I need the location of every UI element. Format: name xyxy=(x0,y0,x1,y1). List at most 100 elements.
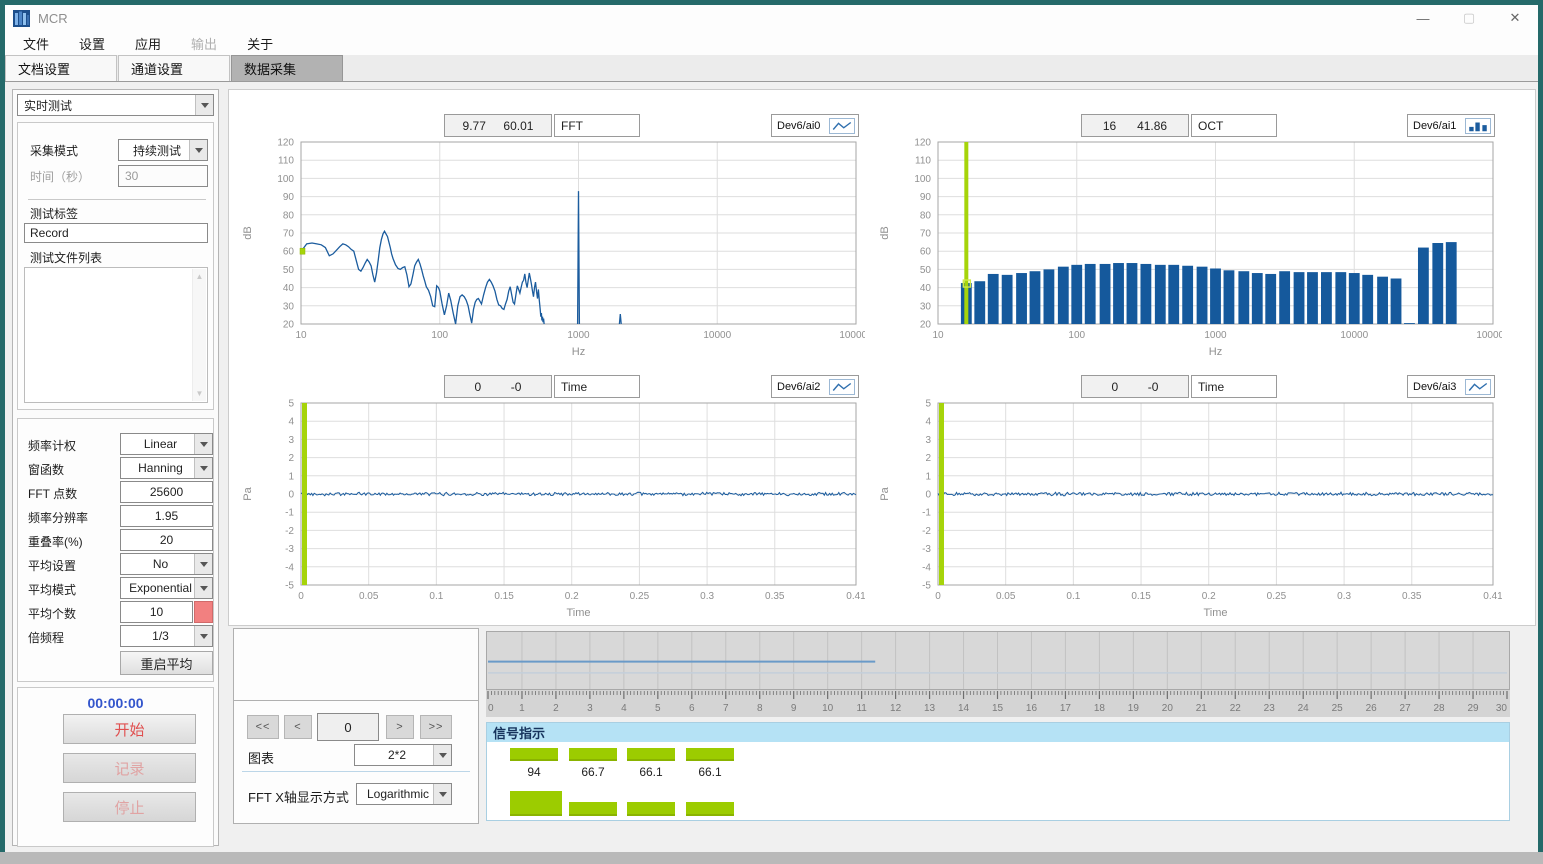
fft-type-box[interactable]: FFT xyxy=(554,114,640,137)
svg-text:10000: 10000 xyxy=(703,330,731,341)
chart-layout-select[interactable]: 2*2 xyxy=(354,744,452,766)
window-frame-left xyxy=(0,0,5,852)
setting-select[interactable]: No xyxy=(120,553,213,575)
chevron-down-icon[interactable] xyxy=(433,784,451,804)
svg-text:110: 110 xyxy=(915,156,931,167)
svg-text:0.35: 0.35 xyxy=(765,591,785,602)
restart-average-button[interactable]: 重启平均 xyxy=(120,651,213,675)
nav-first-button[interactable]: << xyxy=(247,715,279,739)
setting-input[interactable] xyxy=(120,529,213,551)
scroll-down-icon[interactable]: ▼ xyxy=(196,386,204,401)
record-label: 测试标签 xyxy=(30,205,78,222)
nav-prev-button[interactable]: < xyxy=(284,715,312,739)
chevron-down-icon[interactable] xyxy=(194,578,212,598)
tab-bar: 文档设置 通道设置 数据采集 xyxy=(5,55,1538,82)
svg-text:28: 28 xyxy=(1434,703,1446,714)
signal-panel-title: 信号指示 xyxy=(487,723,1509,742)
elapsed-timer: 00:00:00 xyxy=(18,695,213,711)
record-name-input[interactable] xyxy=(24,223,208,243)
fft-plot[interactable]: 2030405060708090100110120101001000100001… xyxy=(237,138,865,364)
signal-meter-bar xyxy=(627,802,675,816)
acq-mode-select[interactable]: 持续测试 xyxy=(118,139,208,161)
signal-level-bar xyxy=(627,748,675,761)
svg-text:-2: -2 xyxy=(922,526,931,537)
menu-output: 输出 xyxy=(179,31,229,56)
time1-type-box[interactable]: Time xyxy=(554,375,640,398)
start-button[interactable]: 开始 xyxy=(63,714,196,744)
oct-channel-box[interactable]: Dev6/ai1 xyxy=(1407,114,1495,137)
svg-text:0: 0 xyxy=(298,591,304,602)
svg-text:10000: 10000 xyxy=(1340,330,1368,341)
oct-plot[interactable]: 2030405060708090100110120101001000100001… xyxy=(874,138,1502,364)
chevron-down-icon[interactable] xyxy=(194,458,212,478)
svg-text:100000: 100000 xyxy=(839,330,865,341)
svg-text:50: 50 xyxy=(920,265,932,276)
tab-document-settings[interactable]: 文档设置 xyxy=(5,55,117,81)
listbox-scrollbar[interactable]: ▲▼ xyxy=(192,269,206,401)
time1-cursor-x: 0 xyxy=(475,380,482,394)
svg-text:10: 10 xyxy=(932,330,944,341)
svg-text:3: 3 xyxy=(587,703,593,714)
setting-input[interactable] xyxy=(120,505,213,527)
minimize-button[interactable]: — xyxy=(1400,5,1446,31)
svg-text:29: 29 xyxy=(1467,703,1479,714)
chevron-down-icon[interactable] xyxy=(194,434,212,454)
close-button[interactable]: ✕ xyxy=(1492,5,1538,31)
window-frame-bottom xyxy=(0,852,1543,864)
oct-type-box[interactable]: OCT xyxy=(1191,114,1277,137)
svg-text:Time: Time xyxy=(566,607,590,619)
chevron-down-icon[interactable] xyxy=(189,140,207,160)
tab-data-acquisition[interactable]: 数据采集 xyxy=(231,55,343,81)
svg-text:80: 80 xyxy=(920,210,932,221)
svg-text:2: 2 xyxy=(553,703,559,714)
chevron-down-icon[interactable] xyxy=(194,554,212,574)
nav-position-box[interactable]: 0 xyxy=(317,713,379,741)
svg-text:1: 1 xyxy=(519,703,525,714)
signal-level-bar xyxy=(686,748,734,761)
setting-select[interactable]: Hanning xyxy=(120,457,213,479)
setting-select[interactable]: Exponential xyxy=(120,577,213,599)
setting-label: 平均设置 xyxy=(28,557,76,574)
svg-text:27: 27 xyxy=(1400,703,1412,714)
scroll-up-icon[interactable]: ▲ xyxy=(196,269,204,284)
time1-plot[interactable]: -5-4-3-2-101234500.050.10.150.20.250.30.… xyxy=(237,399,865,625)
setting-select[interactable]: 1/3 xyxy=(120,625,213,647)
nav-last-button[interactable]: >> xyxy=(420,715,452,739)
time1-cursor-y: -0 xyxy=(511,380,522,394)
fft-channel-box[interactable]: Dev6/ai0 xyxy=(771,114,859,137)
setting-select[interactable]: Linear xyxy=(120,433,213,455)
menu-application[interactable]: 应用 xyxy=(123,31,173,56)
timeline-ruler[interactable]: 0123456789101112131415161718192021222324… xyxy=(486,690,1510,717)
chevron-down-icon[interactable] xyxy=(194,626,212,646)
menu-about[interactable]: 关于 xyxy=(235,31,285,56)
svg-text:6: 6 xyxy=(689,703,695,714)
time1-channel-box[interactable]: Dev6/ai2 xyxy=(771,375,859,398)
menu-file[interactable]: 文件 xyxy=(11,31,61,56)
nav-next-button[interactable]: > xyxy=(386,715,414,739)
tab-channel-settings[interactable]: 通道设置 xyxy=(118,55,230,81)
fft-xaxis-select[interactable]: Logarithmic xyxy=(356,783,452,805)
setting-input[interactable] xyxy=(120,601,193,623)
test-file-listbox[interactable]: ▲▼ xyxy=(24,267,208,403)
timeline-strip[interactable] xyxy=(486,631,1510,690)
time2-plot[interactable]: -5-4-3-2-101234500.050.10.150.20.250.30.… xyxy=(874,399,1502,625)
chevron-down-icon[interactable] xyxy=(195,95,213,115)
setting-label: 倍频程 xyxy=(28,629,64,646)
time2-type-box[interactable]: Time xyxy=(1191,375,1277,398)
svg-text:Hz: Hz xyxy=(572,346,585,358)
svg-text:24: 24 xyxy=(1298,703,1310,714)
maximize-button[interactable]: ▢ xyxy=(1446,5,1492,31)
test-mode-select[interactable]: 实时测试 xyxy=(17,94,214,116)
chevron-down-icon[interactable] xyxy=(433,745,451,765)
svg-text:0: 0 xyxy=(288,490,294,501)
time2-cursor-x: 0 xyxy=(1112,380,1119,394)
test-mode-value: 实时测试 xyxy=(18,97,195,114)
time2-channel-box[interactable]: Dev6/ai3 xyxy=(1407,375,1495,398)
setting-input[interactable] xyxy=(120,481,213,503)
svg-text:100000: 100000 xyxy=(1476,330,1502,341)
setting-value: 1/3 xyxy=(121,629,194,643)
svg-text:14: 14 xyxy=(958,703,970,714)
svg-text:1: 1 xyxy=(925,471,931,482)
line-chart-icon xyxy=(1465,379,1491,395)
menu-settings[interactable]: 设置 xyxy=(67,31,117,56)
